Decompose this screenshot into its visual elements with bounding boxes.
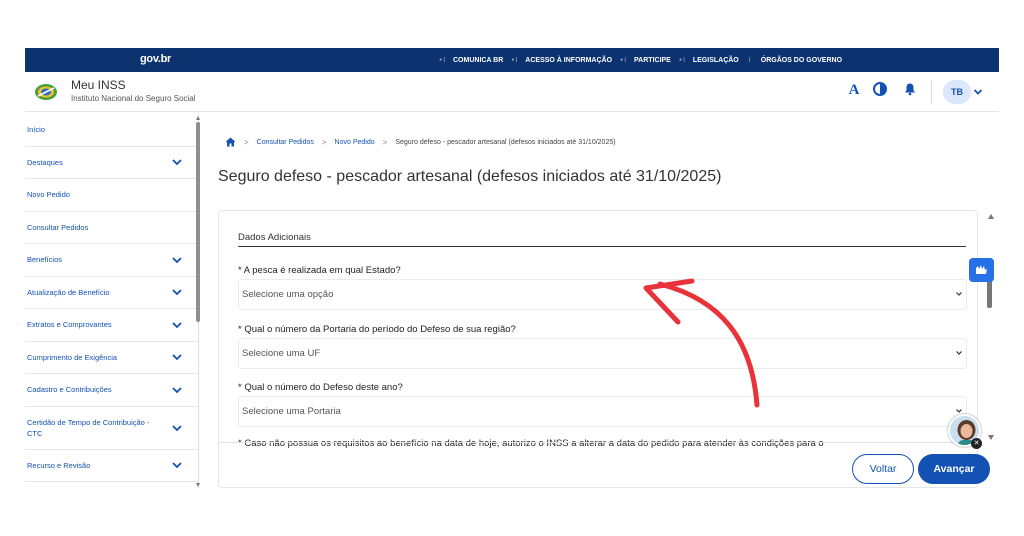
header-divider bbox=[931, 80, 932, 104]
sidebar-item-destaques[interactable]: Destaques bbox=[25, 147, 198, 179]
app-header: Meu INSS Instituto Nacional do Seguro So… bbox=[25, 72, 999, 112]
chevron-down-icon[interactable] bbox=[171, 459, 183, 471]
portaria-select[interactable]: Selecione uma UF bbox=[238, 338, 967, 369]
gov-link-legislacao[interactable]: LEGISLAÇÃO bbox=[687, 57, 745, 64]
chevron-down-icon[interactable] bbox=[973, 87, 983, 97]
select-value: Selecione uma Portaria bbox=[242, 406, 341, 417]
sidebar-item-exigencia[interactable]: Cumprimento de Exigência bbox=[25, 342, 198, 374]
select-value: Selecione uma opção bbox=[242, 289, 334, 300]
gov-link-comunica[interactable]: COMUNICA BR bbox=[447, 57, 509, 64]
app-subtitle: Instituto Nacional do Seguro Social bbox=[71, 94, 196, 103]
form-card: Dados Adicionais * A pesca é realizada e… bbox=[218, 210, 978, 488]
breadcrumb-link-novo-pedido[interactable]: Novo Pedido bbox=[335, 139, 375, 146]
home-icon[interactable] bbox=[225, 137, 236, 147]
breadcrumb-separator-icon: > bbox=[244, 137, 249, 147]
section-divider bbox=[238, 246, 966, 247]
section-title: Dados Adicionais bbox=[238, 232, 311, 243]
font-size-icon[interactable]: A bbox=[845, 81, 863, 99]
gov-separator-icon: ● | bbox=[439, 57, 445, 63]
sidebar-item-label: Consultar Pedidos bbox=[27, 222, 89, 232]
content-scrollbar[interactable] bbox=[987, 210, 997, 442]
close-icon[interactable]: ✕ bbox=[971, 438, 982, 449]
gov-link-participe[interactable]: PARTICIPE bbox=[628, 57, 677, 64]
back-button[interactable]: Voltar bbox=[852, 454, 914, 484]
sidebar-item-label: Benefícios bbox=[27, 255, 63, 265]
sidebar-item-label: Extratos e Comprovantes bbox=[27, 320, 112, 330]
chevron-down-icon[interactable] bbox=[171, 254, 183, 266]
chevron-down-icon[interactable] bbox=[171, 319, 183, 331]
question-label-estado: * A pesca é realizada em qual Estado? bbox=[238, 265, 401, 276]
sidebar-scroll-thumb[interactable] bbox=[196, 122, 200, 322]
breadcrumb-separator-icon: > bbox=[382, 137, 388, 147]
sidebar-item-label: Cumprimento de Exigência bbox=[27, 352, 118, 362]
browser-viewport: gov.br ● | COMUNICA BR ● | ACESSO À INFO… bbox=[25, 48, 999, 488]
chevron-down-icon bbox=[956, 351, 962, 355]
breadcrumb-link-consultar[interactable]: Consultar Pedidos bbox=[257, 139, 314, 146]
sign-language-icon[interactable] bbox=[969, 258, 994, 282]
estado-select[interactable]: Selecione uma opção bbox=[238, 279, 967, 310]
sidebar-item-label: Destaques bbox=[27, 157, 63, 167]
sidebar-item-inicio[interactable]: Início bbox=[25, 114, 198, 147]
chevron-down-icon[interactable] bbox=[171, 351, 183, 363]
user-avatar[interactable]: TB bbox=[943, 80, 971, 104]
next-button[interactable]: Avançar bbox=[918, 454, 990, 484]
gov-top-bar: gov.br ● | COMUNICA BR ● | ACESSO À INFO… bbox=[25, 48, 999, 72]
gov-separator-icon: ● | bbox=[511, 57, 518, 63]
sidebar-item-label: Início bbox=[27, 125, 45, 135]
sidebar-item-beneficios[interactable]: Benefícios bbox=[25, 244, 198, 277]
sidebar-item-label: Atualização de Benefício bbox=[27, 287, 110, 297]
sidebar-item-label: Novo Pedido bbox=[27, 190, 70, 200]
chevron-down-icon[interactable] bbox=[171, 156, 183, 168]
page-title: Seguro defeso - pescador artesanal (defe… bbox=[218, 168, 722, 185]
gov-logo[interactable]: gov.br bbox=[140, 53, 171, 65]
sidebar-item-label: Cadastro e Contribuições bbox=[27, 385, 112, 395]
gov-separator-icon: ● | bbox=[620, 57, 626, 63]
gov-separator-icon: ● | bbox=[678, 57, 685, 63]
contrast-icon[interactable] bbox=[873, 82, 887, 96]
sidebar-item-label: Recurso e Revisão bbox=[27, 460, 91, 470]
question-label-defeso: * Qual o número do Defeso deste ano? bbox=[238, 382, 403, 393]
breadcrumb: > Consultar Pedidos > Novo Pedido > Segu… bbox=[225, 136, 616, 148]
sidebar-item-label: Certidão de Tempo de Contribuição - CTC bbox=[27, 417, 150, 438]
sidebar-menu: Início Destaques Novo Pedido Consultar P… bbox=[25, 114, 199, 488]
question-label-portaria: * Qual o número da Portaria do período d… bbox=[238, 324, 516, 335]
select-value: Selecione uma UF bbox=[242, 348, 321, 359]
question-label-autorizacao: * Caso não possua os requisitos ao benef… bbox=[238, 438, 824, 449]
app-name: Meu INSS bbox=[71, 78, 126, 92]
sidebar-item-extratos[interactable]: Extratos e Comprovantes bbox=[25, 309, 198, 342]
sidebar-item-consultar-pedidos[interactable]: Consultar Pedidos bbox=[25, 212, 198, 244]
chevron-down-icon bbox=[956, 292, 962, 296]
breadcrumb-separator-icon: > bbox=[321, 137, 327, 147]
sidebar-item-cadastro[interactable]: Cadastro e Contribuições bbox=[25, 374, 198, 407]
gov-separator-icon: | bbox=[749, 57, 751, 63]
bell-icon[interactable] bbox=[903, 82, 917, 96]
chevron-down-icon[interactable] bbox=[171, 384, 183, 396]
footer-divider bbox=[219, 442, 977, 443]
sidebar-item-ctc[interactable]: Certidão de Tempo de Contribuição - CTC bbox=[25, 407, 198, 450]
breadcrumb-current: Seguro defeso - pescador artesanal (defe… bbox=[395, 138, 616, 146]
sidebar-item-recurso[interactable]: Recurso e Revisão bbox=[25, 450, 198, 482]
sidebar-item-atualizacao[interactable]: Atualização de Benefício bbox=[25, 277, 198, 309]
chevron-down-icon[interactable] bbox=[171, 422, 183, 434]
defeso-select[interactable]: Selecione uma Portaria bbox=[238, 396, 967, 427]
inss-logo-icon[interactable] bbox=[34, 82, 58, 102]
gov-links: ● | COMUNICA BR ● | ACESSO À INFORMAÇÃO … bbox=[437, 48, 848, 72]
chevron-down-icon[interactable] bbox=[171, 286, 183, 298]
gov-link-orgaos[interactable]: ÓRGÃOS DO GOVERNO bbox=[755, 57, 848, 64]
gov-link-acesso[interactable]: ACESSO À INFORMAÇÃO bbox=[519, 57, 618, 64]
sidebar-item-novo-pedido[interactable]: Novo Pedido bbox=[25, 179, 198, 212]
